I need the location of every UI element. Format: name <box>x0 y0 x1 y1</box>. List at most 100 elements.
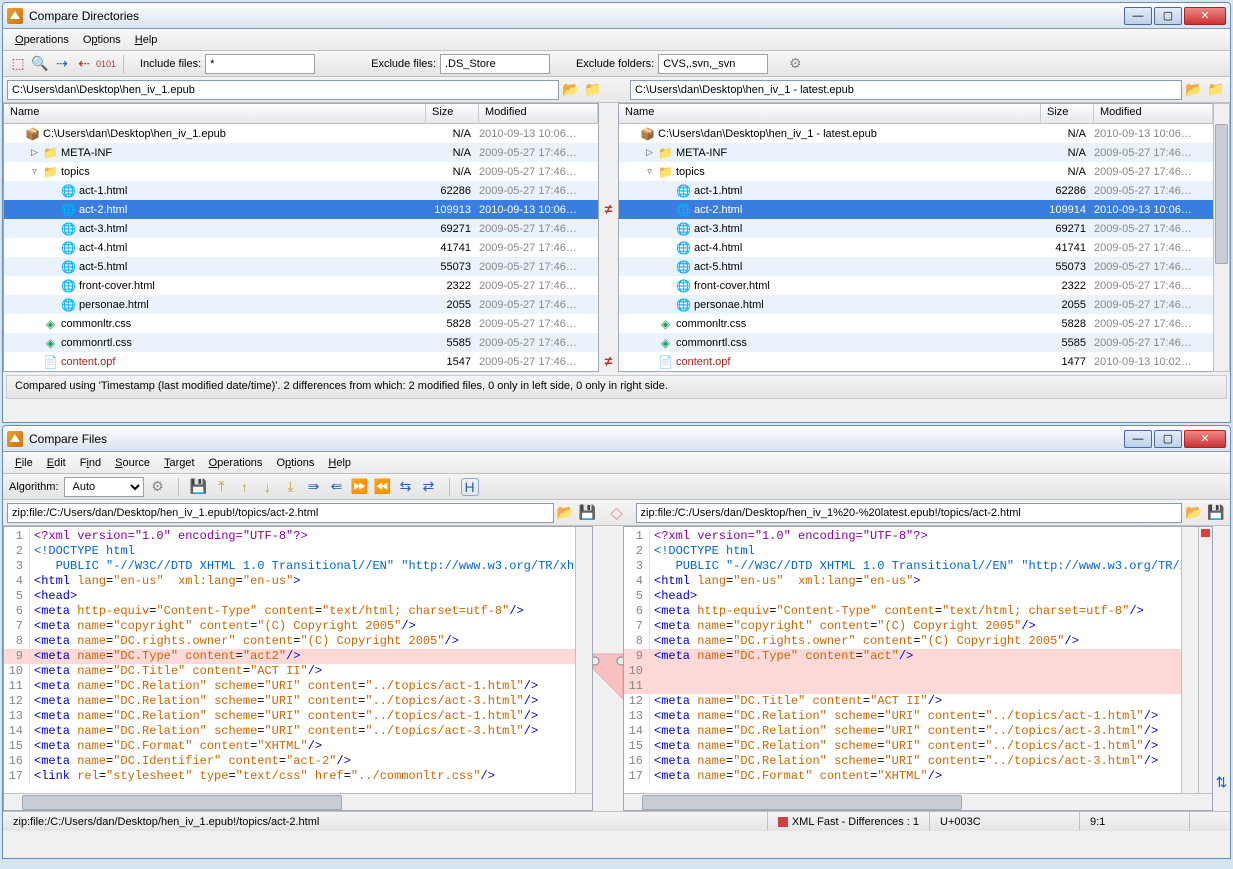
table-row[interactable]: 📦C:\Users\dan\Desktop\hen_iv_1.epubN/A20… <box>4 124 598 143</box>
right-file-input[interactable] <box>636 503 1183 523</box>
code-line[interactable]: 5<head> <box>624 589 1212 604</box>
code-line[interactable]: 17<link rel="stylesheet" type="text/css"… <box>4 769 592 784</box>
code-line[interactable]: 8<meta name="DC.rights.owner" content="(… <box>4 634 592 649</box>
code-line[interactable]: 12<meta name="DC.Relation" scheme="URI" … <box>4 694 592 709</box>
table-row[interactable]: 🌐act-1.html622862009-05-27 17:46… <box>4 181 598 200</box>
code-line[interactable]: 6<meta http-equiv="Content-Type" content… <box>4 604 592 619</box>
right-path-input[interactable] <box>630 80 1182 100</box>
minimize-button[interactable]: — <box>1124 7 1152 25</box>
table-row[interactable]: 🌐act-4.html417412009-05-27 17:46… <box>619 238 1213 257</box>
code-line[interactable]: 10 <box>624 664 1212 679</box>
maximize-button[interactable]: ▢ <box>1154 7 1182 25</box>
code-line[interactable]: 9<meta name="DC.Type" content="act2"/> <box>4 649 592 664</box>
table-row[interactable]: 🌐act-4.html417412009-05-27 17:46… <box>4 238 598 257</box>
code-line[interactable]: 9<meta name="DC.Type" content="act"/> <box>624 649 1212 664</box>
code-line[interactable]: 10<meta name="DC.Title" content="ACT II"… <box>4 664 592 679</box>
browse-right-icon[interactable]: 📂 <box>1184 80 1204 100</box>
expander-icon[interactable]: ▿ <box>29 166 40 177</box>
table-row[interactable]: ▷📁META-INFN/A2009-05-27 17:46… <box>4 143 598 162</box>
code-line[interactable]: 7<meta name="copyright" content="(C) Cop… <box>4 619 592 634</box>
table-row[interactable]: 📄content.opf15472009-05-27 17:46… <box>4 352 598 371</box>
menu-options[interactable]: Options <box>77 32 127 48</box>
code-line[interactable]: 2<!DOCTYPE html <box>624 544 1212 559</box>
code-line[interactable]: 7<meta name="copyright" content="(C) Cop… <box>624 619 1212 634</box>
code-line[interactable]: 15<meta name="DC.Relation" scheme="URI" … <box>624 739 1212 754</box>
code-line[interactable]: 11 <box>624 679 1212 694</box>
code-line[interactable]: 8<meta name="DC.rights.owner" content="(… <box>624 634 1212 649</box>
table-row[interactable]: 🌐act-3.html692712009-05-27 17:46… <box>4 219 598 238</box>
code-line[interactable]: 2<!DOCTYPE html <box>4 544 592 559</box>
minimize-button[interactable]: — <box>1124 430 1152 448</box>
code-line[interactable]: 4<html lang="en-us" xml:lang="en-us"> <box>624 574 1212 589</box>
copy-all-right-icon[interactable]: ⏩ <box>351 478 369 496</box>
history-left-icon[interactable]: 📁 <box>583 80 603 100</box>
diff-overview[interactable] <box>1198 527 1212 793</box>
titlebar[interactable]: Compare Files — ▢ ✕ <box>3 426 1230 452</box>
table-row[interactable]: ▷📁META-INFN/A2009-05-27 17:46… <box>619 143 1213 162</box>
maximize-button[interactable]: ▢ <box>1154 430 1182 448</box>
table-row[interactable]: ▿📁topicsN/A2009-05-27 17:46… <box>4 162 598 181</box>
table-row[interactable]: ◈commonltr.css58282009-05-27 17:46… <box>4 314 598 333</box>
code-line[interactable]: 15<meta name="DC.Format" content="XHTML"… <box>4 739 592 754</box>
code-line[interactable]: 3 PUBLIC "-//W3C//DTD XHTML 1.0 Transiti… <box>624 559 1212 574</box>
code-line[interactable]: 13<meta name="DC.Relation" scheme="URI" … <box>4 709 592 724</box>
browse-right-icon[interactable]: 📂 <box>1184 503 1204 523</box>
col-modified[interactable]: Modified <box>479 104 598 123</box>
menu-edit[interactable]: Edit <box>41 455 72 471</box>
titlebar[interactable]: Compare Directories — ▢ ✕ <box>3 3 1230 29</box>
close-button[interactable]: ✕ <box>1184 7 1226 25</box>
code-line[interactable]: 16<meta name="DC.Identifier" content="ac… <box>4 754 592 769</box>
exclude-folders-input[interactable] <box>658 54 768 74</box>
col-name[interactable]: Name <box>4 104 426 123</box>
vscrollbar[interactable] <box>1181 527 1198 793</box>
table-row[interactable]: 🌐front-cover.html23222009-05-27 17:46… <box>619 276 1213 295</box>
browse-left-icon[interactable]: 📂 <box>561 80 581 100</box>
history-right-icon[interactable]: 📁 <box>1206 80 1226 100</box>
code-line[interactable]: 16<meta name="DC.Relation" scheme="URI" … <box>624 754 1212 769</box>
code-line[interactable]: 12<meta name="DC.Title" content="ACT II"… <box>624 694 1212 709</box>
last-diff-icon[interactable]: ⤓ <box>282 478 300 496</box>
code-line[interactable]: 13<meta name="DC.Relation" scheme="URI" … <box>624 709 1212 724</box>
menu-source[interactable]: Source <box>109 455 156 471</box>
col-modified[interactable]: Modified <box>1094 104 1213 123</box>
expander-icon[interactable]: ▷ <box>644 147 655 158</box>
browse-left-icon[interactable]: 📂 <box>556 503 576 523</box>
code-line[interactable]: 1<?xml version="1.0" encoding="UTF-8"?> <box>624 529 1212 544</box>
code-line[interactable]: 5<head> <box>4 589 592 604</box>
expander-icon[interactable]: ▿ <box>644 166 655 177</box>
table-row[interactable]: 🌐act-5.html550732009-05-27 17:46… <box>4 257 598 276</box>
copy-all-left-icon[interactable]: ⏪ <box>374 478 392 496</box>
exclude-input[interactable] <box>440 54 550 74</box>
code-line[interactable]: 14<meta name="DC.Relation" scheme="URI" … <box>624 724 1212 739</box>
copy-right-icon[interactable]: ⇛ <box>305 478 323 496</box>
table-row[interactable]: 🌐act-1.html622862009-05-27 17:46… <box>619 181 1213 200</box>
table-row[interactable]: 📦C:\Users\dan\Desktop\hen_iv_1 - latest.… <box>619 124 1213 143</box>
menu-operations[interactable]: Operations <box>203 455 269 471</box>
table-row[interactable]: 🌐front-cover.html23222009-05-27 17:46… <box>4 276 598 295</box>
table-row[interactable]: 🌐personae.html20552009-05-27 17:46… <box>4 295 598 314</box>
menu-help[interactable]: Help <box>322 455 357 471</box>
code-line[interactable]: 4<html lang="en-us" xml:lang="en-us"> <box>4 574 592 589</box>
menu-options[interactable]: Options <box>270 455 320 471</box>
binary-icon[interactable]: 0101 <box>97 55 115 73</box>
hscrollbar[interactable] <box>624 793 1212 810</box>
hscrollbar[interactable] <box>4 793 592 810</box>
help-icon[interactable]: H <box>461 478 479 496</box>
table-row[interactable]: ◈commonrtl.css55852009-05-27 17:46… <box>619 333 1213 352</box>
table-row[interactable]: 🌐act-5.html550732009-05-27 17:46… <box>619 257 1213 276</box>
sync-right-icon[interactable]: ⇠ <box>75 55 93 73</box>
gear-icon[interactable]: ⚙ <box>149 478 167 496</box>
left-code-pane[interactable]: 1<?xml version="1.0" encoding="UTF-8"?>2… <box>3 526 593 811</box>
table-row[interactable]: 📄content.opf14772010-09-13 10:02… <box>619 352 1213 371</box>
code-line[interactable]: 17<meta name="DC.Format" content="XHTML"… <box>624 769 1212 784</box>
save-right-icon[interactable]: 💾 <box>1206 503 1226 523</box>
table-row[interactable]: ◈commonrtl.css55852009-05-27 17:46… <box>4 333 598 352</box>
left-path-input[interactable] <box>7 80 559 100</box>
right-code-pane[interactable]: 1<?xml version="1.0" encoding="UTF-8"?>2… <box>623 526 1213 811</box>
col-name[interactable]: Name <box>619 104 1041 123</box>
merge-icon[interactable]: ⇆ <box>397 478 415 496</box>
merge2-icon[interactable]: ⇄ <box>420 478 438 496</box>
col-size[interactable]: Size <box>1041 104 1094 123</box>
vscrollbar[interactable] <box>575 527 592 793</box>
table-row[interactable]: ◈commonltr.css58282009-05-27 17:46… <box>619 314 1213 333</box>
